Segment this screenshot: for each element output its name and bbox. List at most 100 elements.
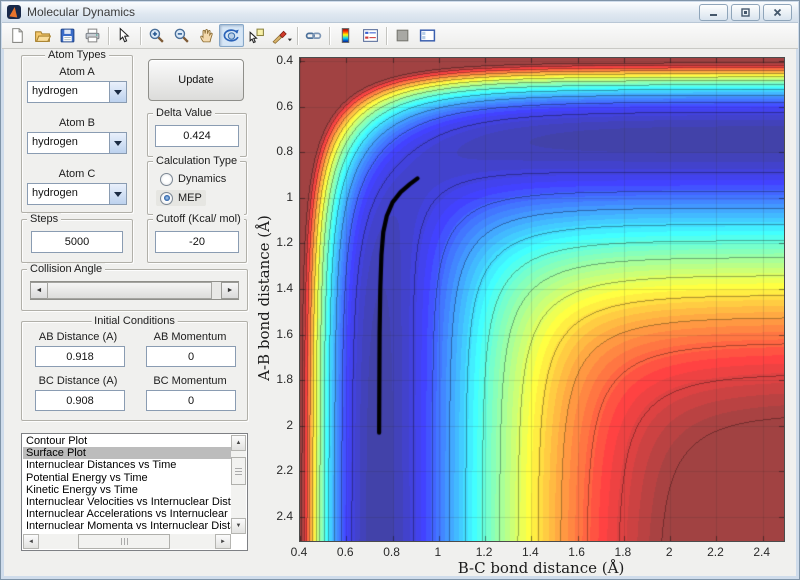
steps-panel: Steps 5000 (21, 213, 133, 263)
toolbar-separator (297, 26, 298, 45)
y-tick-label: 2.2 (276, 463, 293, 478)
atom-c-label: Atom C (58, 168, 96, 180)
atom-b-dropdown[interactable]: hydrogen (27, 132, 127, 154)
contour-plot-canvas[interactable] (299, 57, 785, 542)
x-tick-label: 1.8 (614, 545, 632, 559)
collision-angle-slider[interactable]: ◄ ► (30, 281, 239, 300)
y-tick-label: 2.4 (276, 509, 293, 524)
slider-left-arrow-icon[interactable]: ◄ (30, 282, 48, 299)
x-tick-label: 0.4 (290, 545, 308, 559)
ab-momentum-field[interactable]: 0 (146, 346, 236, 367)
ab-distance-field[interactable]: 0.918 (35, 346, 125, 367)
radio-mep-label: MEP (178, 192, 202, 204)
bc-momentum-field[interactable]: 0 (146, 390, 236, 411)
atom-types-panel: Atom Types Atom A hydrogen Atom B hydrog… (21, 49, 133, 213)
insert-colorbar-icon[interactable] (333, 24, 358, 47)
radio-icon[interactable] (160, 191, 173, 205)
radio-icon[interactable] (160, 172, 173, 186)
chevron-down-icon[interactable] (109, 82, 126, 102)
y-tick-label: 0.4 (276, 52, 293, 67)
toolbar-separator (386, 26, 387, 45)
calculation-type-title: Calculation Type (153, 155, 241, 167)
x-tick-label: 1.6 (568, 545, 585, 559)
toolbar-separator (140, 26, 141, 45)
open-folder-icon[interactable] (30, 24, 55, 47)
list-item[interactable]: Kinetic Energy vs Time (23, 484, 231, 496)
delta-value-panel: Delta Value 0.424 (147, 107, 247, 157)
list-item[interactable]: Surface Plot (23, 447, 231, 460)
cutoff-field[interactable]: -20 (155, 231, 239, 253)
radio-dynamics-label: Dynamics (178, 173, 227, 185)
insert-legend-icon[interactable] (358, 24, 383, 47)
new-document-icon[interactable] (5, 24, 30, 47)
x-tick-label: 1 (434, 545, 442, 559)
cutoff-title: Cutoff (Kcal/ mol) (153, 213, 244, 225)
scroll-up-icon[interactable]: ▲ (231, 435, 246, 451)
x-axis-label: B-C bond distance (Å) (457, 559, 625, 577)
edit-plot-arrow-icon[interactable] (112, 24, 137, 47)
brush-icon[interactable] (269, 24, 294, 47)
list-item[interactable]: Internuclear Accelerations vs Internucle… (23, 508, 231, 520)
toolbar-separator (108, 26, 109, 45)
atom-c-value: hydrogen (32, 187, 78, 199)
delta-value-field[interactable]: 0.424 (155, 125, 239, 147)
radio-dynamics[interactable]: Dynamics (156, 171, 230, 187)
x-tick-label: 0.8 (383, 545, 400, 559)
print-icon[interactable] (80, 24, 105, 47)
x-tick-label: 2.4 (753, 545, 771, 559)
list-item[interactable]: Potential Energy vs Time (23, 472, 231, 484)
rotate-3d-icon[interactable] (219, 24, 244, 47)
scroll-right-icon[interactable]: ► (215, 534, 231, 549)
atom-a-dropdown[interactable]: hydrogen (27, 81, 127, 103)
vscroll-thumb[interactable] (231, 457, 246, 485)
chevron-down-icon[interactable] (109, 133, 126, 153)
horizontal-scrollbar[interactable]: ◄ ► (23, 534, 231, 549)
x-tick-label: 1.2 (475, 545, 493, 559)
vertical-scrollbar[interactable]: ▲ ▼ (231, 435, 246, 534)
data-cursor-icon[interactable] (244, 24, 269, 47)
toolbar-separator (329, 26, 330, 45)
close-button[interactable] (763, 3, 792, 21)
save-icon[interactable] (55, 24, 80, 47)
bc-distance-field[interactable]: 0.908 (35, 390, 125, 411)
chevron-down-icon[interactable] (109, 184, 126, 204)
initial-conditions-panel: Initial Conditions AB Distance (A) AB Mo… (21, 315, 248, 421)
atom-b-label: Atom B (58, 117, 96, 129)
x-tick-label: 2.2 (707, 545, 724, 559)
hide-plot-tools-icon[interactable] (390, 24, 415, 47)
maximize-button[interactable] (731, 3, 760, 21)
zoom-in-icon[interactable] (144, 24, 169, 47)
scroll-left-icon[interactable]: ◄ (23, 534, 39, 549)
list-item[interactable]: Contour Plot (23, 435, 231, 447)
matlab-figure-icon (7, 5, 21, 19)
update-button[interactable]: Update (148, 59, 244, 101)
scroll-down-icon[interactable]: ▼ (231, 518, 246, 534)
hscroll-thumb[interactable] (78, 534, 170, 549)
show-plot-tools-icon[interactable] (415, 24, 440, 47)
slider-right-arrow-icon[interactable]: ► (221, 282, 239, 299)
atom-c-dropdown[interactable]: hydrogen (27, 183, 127, 205)
list-item[interactable]: Internuclear Momenta vs Internuclear Dis… (23, 520, 231, 532)
delta-value-title: Delta Value (153, 107, 216, 119)
radio-mep[interactable]: MEP (156, 190, 206, 206)
bc-distance-label: BC Distance (A) (38, 375, 118, 387)
ab-momentum-label: AB Momentum (153, 331, 227, 343)
list-item[interactable]: Internuclear Velocities vs Internuclear … (23, 496, 231, 508)
minimize-button[interactable] (699, 3, 728, 21)
list-item[interactable]: Internuclear Distances vs Time (23, 459, 231, 471)
slider-thumb[interactable] (47, 282, 212, 299)
plot-type-listbox[interactable]: Contour Plot Surface Plot Internuclear Dis… (21, 433, 248, 551)
steps-title: Steps (27, 213, 62, 225)
pan-hand-icon[interactable] (194, 24, 219, 47)
calculation-type-panel: Calculation Type Dynamics MEP (147, 155, 247, 215)
figure-toolbar (2, 23, 798, 49)
link-plot-icon[interactable] (301, 24, 326, 47)
zoom-out-icon[interactable] (169, 24, 194, 47)
title-bar[interactable]: Molecular Dynamics (2, 2, 798, 23)
bc-momentum-label: BC Momentum (153, 375, 227, 387)
window-title: Molecular Dynamics (27, 5, 136, 19)
x-tick-label: 0.6 (336, 545, 354, 559)
steps-field[interactable]: 5000 (31, 231, 123, 253)
cutoff-panel: Cutoff (Kcal/ mol) -20 (147, 213, 247, 263)
collision-angle-panel: Collision Angle ◄ ► (21, 263, 248, 311)
